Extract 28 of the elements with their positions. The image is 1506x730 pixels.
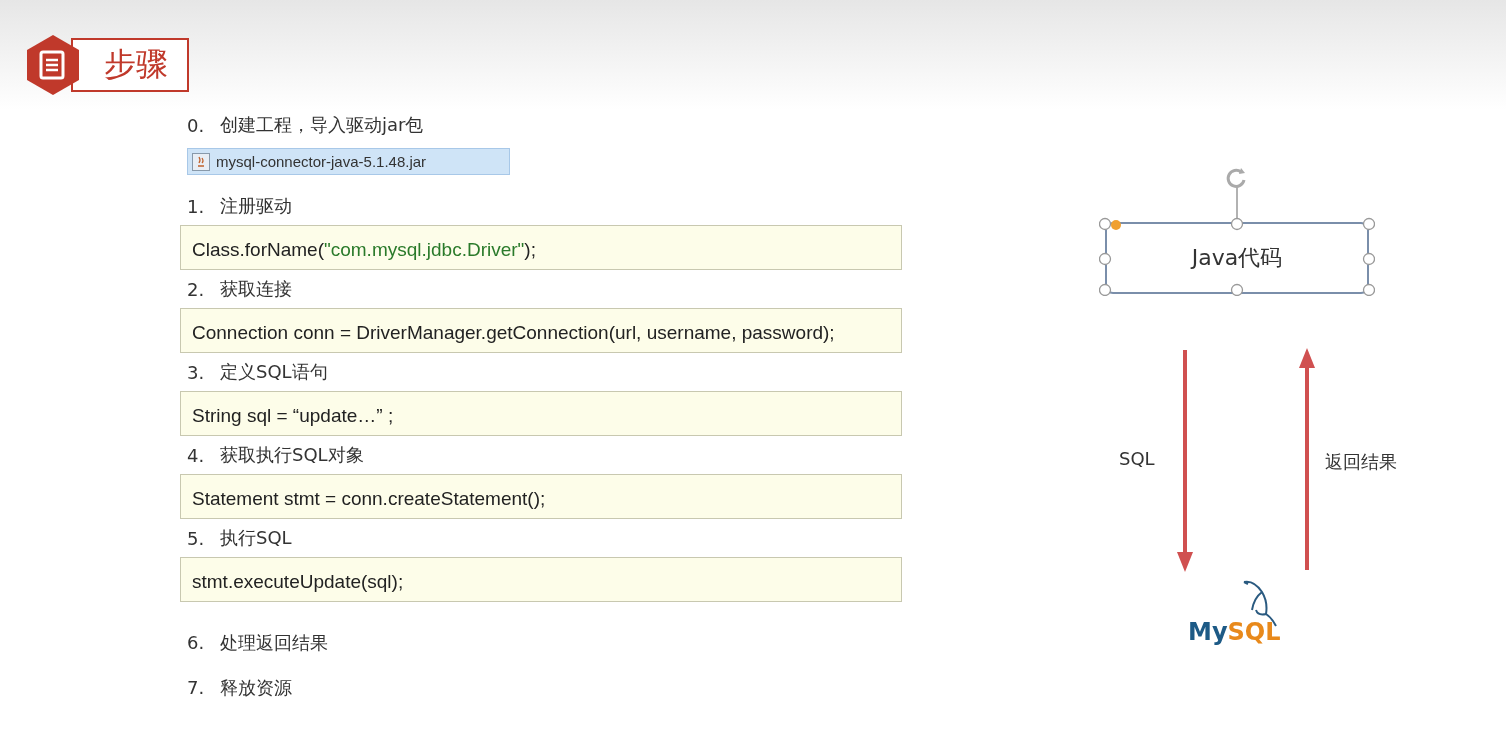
step-label: 获取执行SQL对象: [220, 443, 364, 467]
step-number: 7.: [186, 677, 206, 698]
step-label: 定义SQL语句: [220, 360, 328, 384]
code-line: Statement stmt = conn.createStatement();: [192, 487, 546, 510]
jar-file-name: mysql-connector-java-5.1.48.jar: [216, 153, 427, 170]
code-line: stmt.executeUpdate(sql);: [192, 570, 404, 593]
mysql-logo: MySQL: [1188, 618, 1281, 646]
step-number: 0.: [186, 114, 206, 136]
code-line: Connection conn = DriverManager.getConnection(url, username, password);: [192, 321, 835, 344]
java-file-icon: [192, 152, 210, 171]
step-number: 3.: [186, 361, 206, 383]
step-label: 处理返回结果: [220, 630, 328, 655]
step-number: 2.: [186, 278, 206, 300]
step-number: 4.: [186, 444, 206, 466]
arrow-label: SQL: [1119, 448, 1155, 469]
code-line: String sql = “update…” ;: [192, 404, 394, 427]
step-label: 释放资源: [220, 675, 292, 700]
slide-title: 步骤: [71, 38, 189, 92]
arrow-label: 返回结果: [1325, 450, 1397, 474]
code-line: Class.forName("com.mysql.jdbc.Driver");: [192, 238, 536, 261]
step-number: 6.: [186, 632, 206, 653]
step-label: 注册驱动: [220, 194, 292, 218]
step-label: 获取连接: [220, 277, 292, 301]
step-number: 5.: [186, 527, 206, 549]
step-label: 创建工程，导入驱动jar包: [220, 113, 424, 137]
step-label: 执行SQL: [220, 526, 292, 550]
document-icon: [25, 34, 81, 96]
step-number: 1.: [186, 195, 206, 217]
